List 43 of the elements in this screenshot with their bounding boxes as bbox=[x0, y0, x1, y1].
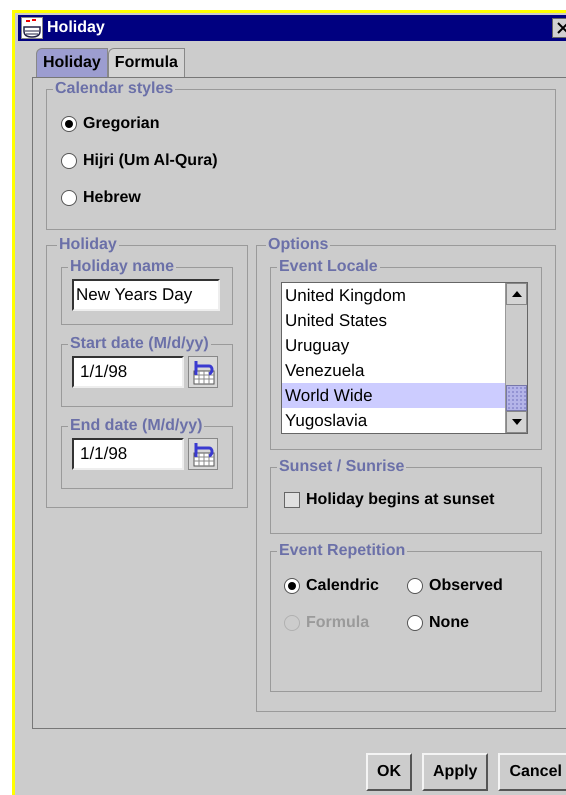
text-field[interactable]: New Years Day bbox=[72, 279, 220, 311]
group-title: Event Locale bbox=[278, 258, 379, 276]
radio-button[interactable] bbox=[407, 578, 423, 594]
scroll-thumb[interactable] bbox=[506, 385, 527, 411]
radio-button[interactable] bbox=[284, 578, 300, 594]
dialog-button[interactable]: Cancel bbox=[498, 753, 566, 791]
group-title: Sunset / Sunrise bbox=[278, 458, 406, 476]
radio-button[interactable] bbox=[61, 153, 77, 169]
radio-button[interactable] bbox=[61, 190, 77, 206]
radio-label: Hebrew bbox=[83, 188, 141, 208]
window-title: Holiday bbox=[47, 18, 105, 38]
radio-label: Gregorian bbox=[83, 114, 160, 134]
close-icon bbox=[557, 22, 566, 34]
dialog-button[interactable]: Apply bbox=[422, 753, 488, 791]
calendar-button[interactable] bbox=[188, 356, 218, 388]
radio-label: Hijri (Um Al-Qura) bbox=[83, 151, 218, 171]
group-title: Options bbox=[267, 236, 330, 254]
down-arrow-icon bbox=[512, 419, 522, 425]
checkbox[interactable] bbox=[284, 492, 300, 508]
radio-button[interactable] bbox=[407, 615, 423, 631]
scroll-down-button[interactable] bbox=[506, 411, 527, 433]
scroll-up-button[interactable] bbox=[506, 283, 527, 305]
radio-label: None bbox=[429, 613, 469, 633]
dialog-button[interactable]: OK bbox=[366, 753, 412, 791]
list-item[interactable]: World Wide bbox=[282, 383, 505, 408]
up-arrow-icon bbox=[512, 291, 522, 297]
group-title: Holiday bbox=[58, 236, 118, 254]
group-title: Holiday name bbox=[69, 258, 176, 276]
radio-label: Calendric bbox=[306, 576, 379, 596]
tab[interactable]: Holiday bbox=[36, 48, 108, 77]
group-title: Event Repetition bbox=[278, 542, 406, 560]
tab[interactable]: Formula bbox=[108, 48, 185, 77]
text-field[interactable]: 1/1/98 bbox=[72, 356, 184, 388]
group-title: Start date (M/d/yy) bbox=[69, 335, 210, 353]
radio-button[interactable] bbox=[61, 116, 77, 132]
scrollbar[interactable] bbox=[505, 283, 527, 433]
group-title: End date (M/d/yy) bbox=[69, 417, 204, 435]
group-title: Calendar styles bbox=[54, 80, 174, 98]
app-icon bbox=[21, 17, 43, 39]
text-field[interactable]: 1/1/98 bbox=[72, 438, 184, 470]
checkbox-label: Holiday begins at sunset bbox=[306, 490, 494, 510]
radio-label: Observed bbox=[429, 576, 503, 596]
calendar-button[interactable] bbox=[188, 438, 218, 470]
